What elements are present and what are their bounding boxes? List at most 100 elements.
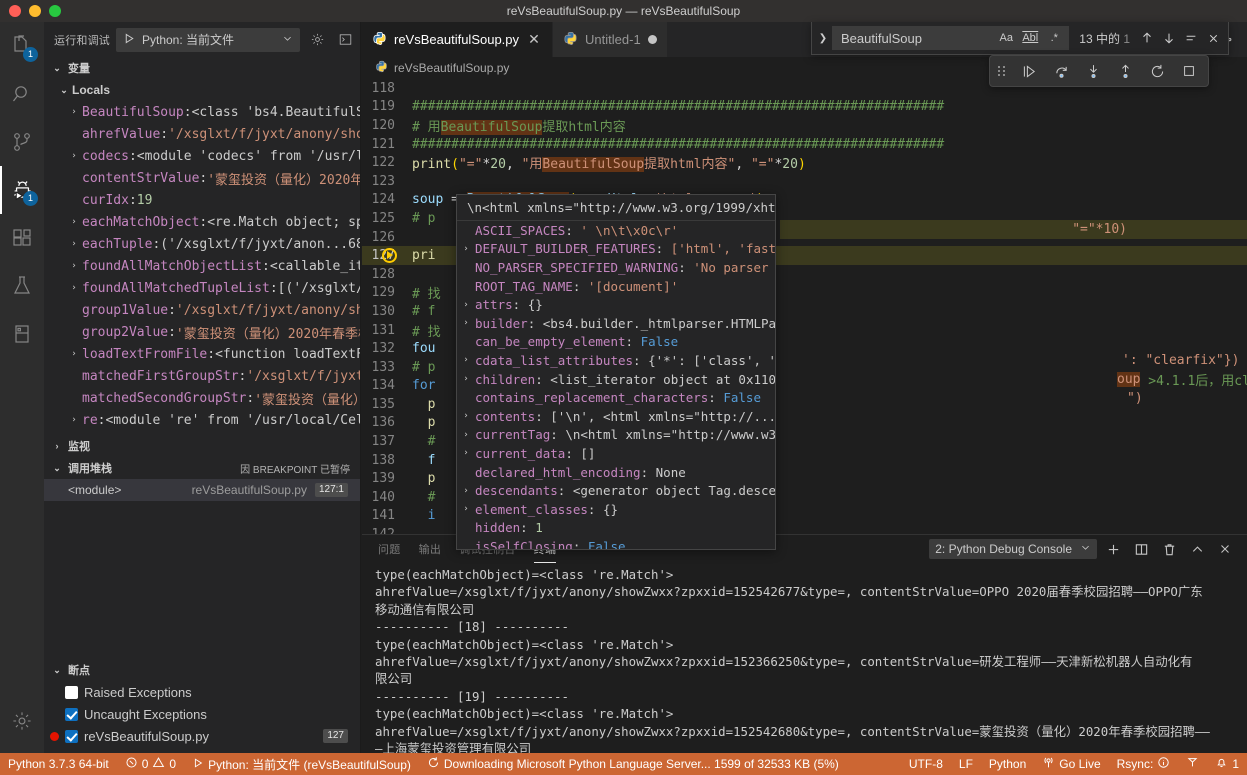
launch-configuration-select[interactable]: Python: 当前文件 xyxy=(116,27,300,52)
hover-property-row[interactable]: hidden: 1 xyxy=(457,519,775,538)
code-line[interactable]: 119 #####################################… xyxy=(362,98,1247,117)
close-icon[interactable]: ✕ xyxy=(526,31,542,48)
hover-property-row[interactable]: NO_PARSER_SPECIFIED_WARNING: 'No parser … xyxy=(457,258,775,277)
hover-property-row[interactable]: isSelfClosing: False xyxy=(457,537,775,549)
hover-property-row[interactable]: › builder: <bs4.builder._htmlparser.HTMLP… xyxy=(457,314,775,333)
variable-row[interactable]: matchedSecondGroupStr: '蒙玺投资（量化）202… xyxy=(44,387,360,409)
hover-property-row[interactable]: › cdata_list_attributes: {'*': ['class', … xyxy=(457,351,775,370)
activity-search[interactable] xyxy=(0,70,44,118)
close-panel-button[interactable] xyxy=(1213,537,1237,561)
code-line[interactable]: 121 #####################################… xyxy=(362,135,1247,154)
hover-property-row[interactable]: › current_data: [] xyxy=(457,444,775,463)
hover-property-row[interactable]: contains_replacement_characters: False xyxy=(457,388,775,407)
open-debug-console-button[interactable] xyxy=(334,29,356,51)
kill-terminal-button[interactable] xyxy=(1157,537,1181,561)
step-into-button[interactable] xyxy=(1078,58,1108,84)
split-terminal-button[interactable] xyxy=(1129,537,1153,561)
variable-row[interactable]: ahrefValue: '/xsglxt/f/jyxt/anony/showZw… xyxy=(44,123,360,145)
step-over-button[interactable] xyxy=(1046,58,1076,84)
activity-source-control[interactable] xyxy=(0,118,44,166)
hover-property-row[interactable]: › currentTag: \n<html xmlns="http://www.w… xyxy=(457,426,775,445)
find-previous-button[interactable] xyxy=(1136,27,1158,49)
status-rsync[interactable]: Rsync: xyxy=(1109,753,1179,775)
variables-section-header[interactable]: ⌄ 变量 xyxy=(44,57,360,79)
status-python-version[interactable]: Python 3.7.3 64-bit xyxy=(0,753,117,775)
find-next-button[interactable] xyxy=(1158,27,1180,49)
step-out-button[interactable] xyxy=(1110,58,1140,84)
variable-row[interactable]: › foundAllMatchedTupleList: [('/xsglxt/f/… xyxy=(44,277,360,299)
variable-row[interactable]: › BeautifulSoup: <class 'bs4.BeautifulSou… xyxy=(44,101,360,123)
code-line[interactable]: 123 xyxy=(362,172,1247,191)
restart-button[interactable] xyxy=(1142,58,1172,84)
terminal-output[interactable]: type(eachMatchObject)=<class 're.Match'>… xyxy=(362,563,1247,753)
status-eol[interactable]: LF xyxy=(951,753,981,775)
activity-run-and-debug[interactable]: 1 xyxy=(0,166,44,214)
hover-property-row[interactable]: ROOT_TAG_NAME: '[document]' xyxy=(457,277,775,296)
find-widget[interactable]: ❯ BeautifulSoup Aa Abl .* 13 中的 1 xyxy=(811,22,1229,55)
hover-property-row[interactable]: declared_html_encoding: None xyxy=(457,463,775,482)
continue-button[interactable] xyxy=(1014,58,1044,84)
tab-untitled-1[interactable]: Untitled-1 xyxy=(553,22,668,57)
activity-extensions[interactable] xyxy=(0,214,44,262)
code-line[interactable]: 122 print("="*20, "用BeautifulSoup提取html内容… xyxy=(362,153,1247,173)
variable-row[interactable]: group1Value: '/xsglxt/f/jyxt/anony/showZ… xyxy=(44,299,360,321)
breakpoint-checkbox[interactable] xyxy=(65,685,78,699)
new-terminal-button[interactable] xyxy=(1101,537,1125,561)
match-case-icon[interactable]: Aa xyxy=(996,28,1016,48)
open-launch-json-button[interactable] xyxy=(306,29,328,51)
watch-section-header[interactable]: › 监视 xyxy=(44,435,360,457)
close-icon[interactable] xyxy=(1202,27,1224,49)
find-input[interactable]: BeautifulSoup Aa Abl .* xyxy=(832,26,1070,50)
status-language-server-progress[interactable]: Downloading Microsoft Python Language Se… xyxy=(419,753,847,775)
tab-reVsBeautifulSoup[interactable]: reVsBeautifulSoup.py ✕ xyxy=(362,22,554,57)
stop-button[interactable] xyxy=(1174,58,1204,84)
hover-property-row[interactable]: › contents: ['\n', <html xmlns="http://..… xyxy=(457,407,775,426)
status-problems[interactable]: 0 0 xyxy=(117,753,184,775)
breakpoint-row[interactable]: Raised Exceptions xyxy=(44,681,360,703)
hover-property-row[interactable]: can_be_empty_element: False xyxy=(457,333,775,352)
variable-row[interactable]: curIdx: 19 xyxy=(44,189,360,211)
breakpoints-list[interactable]: Raised Exceptions Uncaught Exceptions reVs… xyxy=(44,681,360,753)
status-encoding[interactable]: UTF-8 xyxy=(901,753,951,775)
activity-explorer[interactable]: 1 xyxy=(0,22,44,70)
breakpoint-row[interactable]: Uncaught Exceptions xyxy=(44,703,360,725)
callstack-section-header[interactable]: ⌄ 调用堆栈 因 BREAKPOINT 已暂停 xyxy=(44,457,360,479)
variable-row[interactable]: › foundAllMatchObjectList: <callable_iter… xyxy=(44,255,360,277)
hover-property-row[interactable]: ASCII_SPACES: ' \n\t\x0c\r' xyxy=(457,221,775,240)
breakpoint-checkbox[interactable] xyxy=(65,707,78,721)
variable-row[interactable]: contentStrValue: '蒙玺投资（量化）2020年春季… xyxy=(44,167,360,189)
regex-icon[interactable]: .* xyxy=(1044,28,1064,48)
activity-manage-settings[interactable] xyxy=(0,697,44,745)
dirty-dot-icon[interactable] xyxy=(647,35,657,44)
variable-row[interactable]: matchedFirstGroupStr: '/xsglxt/f/jyxt/an… xyxy=(44,365,360,387)
status-run-config[interactable]: Python: 当前文件 (reVsBeautifulSoup) xyxy=(184,753,419,775)
status-notifications[interactable]: 1 xyxy=(1207,753,1247,775)
breakpoint-checkbox[interactable] xyxy=(65,729,78,743)
activity-remote-explorer[interactable] xyxy=(0,310,44,358)
breakpoints-section-header[interactable]: ⌄ 断点 xyxy=(44,659,360,681)
status-feedback[interactable] xyxy=(1178,753,1207,775)
variable-row[interactable]: › eachMatchObject: <re.Match object; span… xyxy=(44,211,360,233)
maximize-panel-button[interactable] xyxy=(1185,537,1209,561)
hover-popup-rows[interactable]: ASCII_SPACES: ' \n\t\x0c\r' › DEFAULT_BUIL… xyxy=(457,221,775,549)
variables-scope-locals[interactable]: ⌄ Locals xyxy=(44,79,360,101)
debug-toolbar[interactable] xyxy=(989,55,1209,87)
panel-tab-output[interactable]: 输出 xyxy=(419,535,442,563)
grip-icon[interactable] xyxy=(994,66,1012,76)
variable-row[interactable]: › codecs: <module 'codecs' from '/usr/loc… xyxy=(44,145,360,167)
hover-property-row[interactable]: › attrs: {} xyxy=(457,295,775,314)
debug-hover-popup[interactable]: \n<html xmlns="http://www.w3.org/1999/xh… xyxy=(456,194,776,550)
hover-property-row[interactable]: › children: <list_iterator object at 0x11… xyxy=(457,370,775,389)
find-in-selection-icon[interactable] xyxy=(1180,27,1202,49)
variables-list[interactable]: ⌄ Locals › BeautifulSoup: <class 'bs4.Bea… xyxy=(44,79,360,431)
hover-property-row[interactable]: › descendants: <generator object Tag.desc… xyxy=(457,481,775,500)
variable-row[interactable]: › eachTuple: ('/xsglxt/f/jyxt/anon...680&… xyxy=(44,233,360,255)
activity-testing[interactable] xyxy=(0,262,44,310)
hover-property-row[interactable]: › element_classes: {} xyxy=(457,500,775,519)
variable-row[interactable]: group2Value: '蒙玺投资（量化）2020年春季校园… xyxy=(44,321,360,343)
callstack-frame-row[interactable]: <module> reVsBeautifulSoup.py 127:1 xyxy=(44,479,360,501)
status-language-mode[interactable]: Python xyxy=(981,753,1034,775)
code-line[interactable]: 120 # 用BeautifulSoup提取html内容 xyxy=(362,116,1247,135)
whole-word-icon[interactable]: Abl xyxy=(1020,28,1040,48)
breakpoint-row[interactable]: reVsBeautifulSoup.py 127 xyxy=(44,725,360,747)
